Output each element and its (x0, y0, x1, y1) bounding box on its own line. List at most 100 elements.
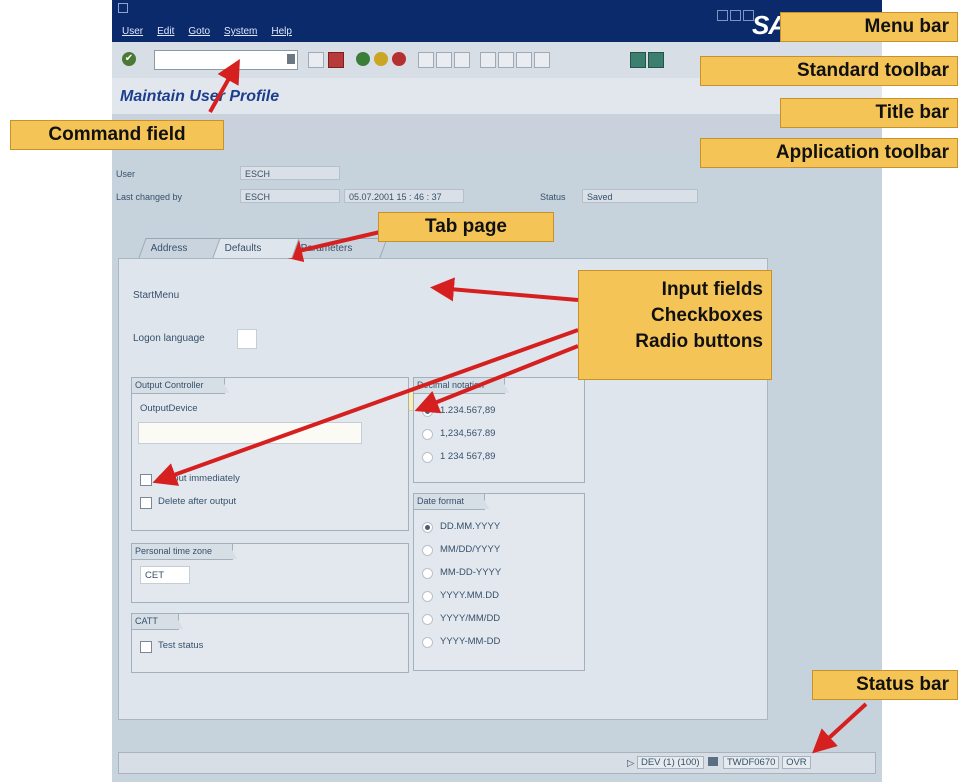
cancel-icon[interactable] (392, 52, 406, 66)
decimal-option-label: 1.234.567,89 (440, 405, 496, 416)
status-value: Saved (582, 189, 698, 203)
user-value: ESCH (240, 166, 340, 180)
delete-after-output-checkbox[interactable] (140, 497, 152, 509)
find-next-icon[interactable] (454, 52, 470, 68)
personal-time-zone-group: Personal time zone CET (131, 543, 409, 603)
date-format-label: MM/DD/YYYY (440, 544, 501, 555)
output-controller-group: Output Controller OutputDevice Output im… (131, 377, 409, 531)
decimal-option-label: 1 234 567,89 (440, 451, 496, 462)
date-format-label: YYYY/MM/DD (440, 613, 501, 624)
checkboxes-label: Checkboxes (651, 305, 763, 326)
catt-group: CATT Test status (131, 613, 409, 673)
command-field-callout: Command field (10, 120, 224, 150)
server-icon (708, 757, 719, 766)
start-menu-label: StartMenu (133, 290, 180, 301)
date-format-radio[interactable] (422, 614, 433, 625)
menu-bar: User Edit Goto System Help SA (112, 0, 882, 42)
tab-address-label: Address (150, 243, 188, 254)
system-expand-icon[interactable]: ▷ (627, 758, 634, 769)
shortcut-icon[interactable] (648, 52, 664, 68)
menu-list: User Edit Goto System Help (122, 26, 292, 37)
date-format-label: MM-DD-YYYY (440, 567, 502, 578)
status-system-info: ▷ DEV (1) (100) TWDF0670 OVR (627, 756, 811, 770)
input-fields-label: Input fields (661, 279, 763, 300)
maximize-icon[interactable] (730, 10, 741, 21)
menu-help[interactable]: Help (271, 26, 292, 37)
output-device-input[interactable] (138, 422, 362, 444)
tab-defaults-label: Defaults (224, 243, 262, 254)
insert-mode[interactable]: OVR (782, 756, 811, 769)
status-bar: ▷ DEV (1) (100) TWDF0670 OVR (118, 752, 876, 774)
new-session-icon[interactable] (630, 52, 646, 68)
next-page-icon[interactable] (516, 52, 532, 68)
content-area: User ESCH Last changed by ESCH 05.07.200… (112, 152, 882, 752)
window-controls (717, 10, 754, 21)
menu-bar-callout: Menu bar (780, 12, 958, 42)
decimal-option-radio[interactable] (422, 406, 433, 417)
test-status-label: Test status (158, 640, 204, 651)
minimize-icon[interactable] (717, 10, 728, 21)
print-icon[interactable] (418, 52, 434, 68)
command-history-icon[interactable] (287, 54, 295, 64)
system-id: DEV (1) (100) (636, 756, 704, 769)
save-icon[interactable] (328, 52, 344, 68)
date-format-label: YYYY-MM-DD (440, 636, 501, 647)
decimal-option-radio[interactable] (422, 452, 433, 463)
changed-datetime: 05.07.2001 15 : 46 : 37 (344, 189, 464, 203)
tab-address[interactable]: Address (138, 238, 224, 258)
menu-user[interactable]: User (122, 26, 143, 37)
group-title: Output Controller (131, 377, 232, 394)
status-bar-callout: Status bar (812, 670, 958, 700)
menu-edit[interactable]: Edit (157, 26, 174, 37)
back-arrow-icon[interactable] (308, 52, 324, 68)
exit-icon[interactable] (374, 52, 388, 66)
group-title: Decimal notation (413, 377, 513, 394)
decimal-option-radio[interactable] (422, 429, 433, 440)
tab-page-callout: Tab page (378, 212, 554, 242)
menu-system[interactable]: System (224, 26, 257, 37)
date-format-radio[interactable] (422, 637, 433, 648)
output-device-label: OutputDevice (140, 403, 198, 414)
input-controls-callout: Input fields Checkboxes Radio buttons (578, 270, 772, 380)
radio-buttons-label: Radio buttons (635, 331, 763, 352)
output-immediately-label: Output immediately (158, 473, 240, 484)
tab-defaults[interactable]: Defaults (212, 238, 300, 258)
title-bar-callout: Title bar (780, 98, 958, 128)
group-title: Date format (413, 493, 493, 510)
previous-page-icon[interactable] (498, 52, 514, 68)
last-page-icon[interactable] (534, 52, 550, 68)
date-format-radio[interactable] (422, 591, 433, 602)
tab-parameters-label: Parameters (300, 243, 353, 254)
back-icon[interactable] (356, 52, 370, 66)
time-zone-input[interactable]: CET (140, 566, 190, 584)
output-immediately-checkbox[interactable] (140, 474, 152, 486)
menu-goto[interactable]: Goto (188, 26, 210, 37)
test-status-checkbox[interactable] (140, 641, 152, 653)
decimal-notation-group: Decimal notation 1.234.567,89 1,234,567.… (413, 377, 585, 483)
logon-language-input[interactable] (237, 329, 257, 349)
delete-after-output-label: Delete after output (158, 496, 237, 507)
standard-toolbar-callout: Standard toolbar (700, 56, 958, 86)
command-field[interactable] (154, 50, 298, 70)
logon-language-label: Logon language (133, 333, 205, 344)
tab-parameters[interactable]: Parameters (288, 238, 388, 258)
window-menu-icon[interactable] (118, 3, 128, 13)
sap-window: User Edit Goto System Help SA ✔ Maintain… (112, 0, 882, 782)
host-name: TWDF0670 (722, 756, 780, 769)
application-toolbar-callout: Application toolbar (700, 138, 958, 168)
date-format-group: Date format DD.MM.YYYY MM/DD/YYYY MM-DD-… (413, 493, 585, 671)
page-title: Maintain User Profile (120, 88, 280, 105)
decimal-option-label: 1,234,567.89 (440, 428, 496, 439)
date-format-radio[interactable] (422, 545, 433, 556)
group-title: CATT (131, 613, 186, 630)
user-label: User (116, 169, 136, 179)
first-page-icon[interactable] (480, 52, 496, 68)
last-changed-value: ESCH (240, 189, 340, 203)
date-format-label: DD.MM.YYYY (440, 521, 501, 532)
group-title: Personal time zone (131, 543, 241, 560)
status-label: Status (540, 192, 566, 202)
find-icon[interactable] (436, 52, 452, 68)
date-format-radio[interactable] (422, 522, 433, 533)
date-format-radio[interactable] (422, 568, 433, 579)
enter-check-icon[interactable]: ✔ (122, 52, 136, 66)
